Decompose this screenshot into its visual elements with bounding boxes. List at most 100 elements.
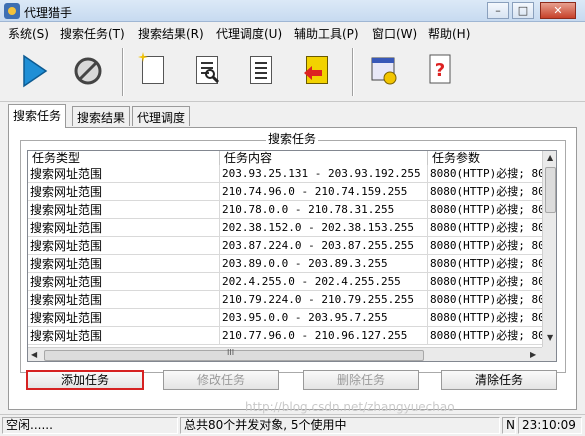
menu-bar: 系统(S) 搜索任务(T) 搜索结果(R) 代理调度(U) 辅助工具(P) 窗口… <box>0 22 585 42</box>
clear-tasks-button[interactable]: 清除任务 <box>441 370 557 390</box>
tab-search-tasks[interactable]: 搜索任务 <box>8 104 67 128</box>
stop-icon <box>74 57 102 85</box>
table-row[interactable]: 搜索网址范围 203.93.25.131 - 203.93.192.255 8080… <box>28 165 542 183</box>
cell-task-type: 搜索网址范围 <box>28 273 220 291</box>
scroll-up-icon[interactable]: ▲ <box>547 153 553 162</box>
cell-task-type: 搜索网址范围 <box>28 237 220 255</box>
menu-tools[interactable]: 辅助工具(P) <box>294 25 359 42</box>
cell-task-params: 8080(HTTP)必搜; 80 <box>430 239 542 252</box>
settings-button[interactable] <box>362 48 406 94</box>
cell-task-content: 210.78.0.0 - 210.78.31.255 <box>220 201 428 219</box>
cell-task-params: 8080(HTTP)必搜; 80 <box>430 257 542 270</box>
cell-task-content: 203.89.0.0 - 203.89.3.255 <box>220 255 428 273</box>
column-header-params[interactable]: 任务参数 <box>428 151 542 165</box>
cell-task-type: 搜索网址范围 <box>28 201 220 219</box>
stop-button[interactable] <box>66 48 110 94</box>
status-state: 空闲...... <box>2 417 178 434</box>
table-row[interactable]: 搜索网址范围 210.74.96.0 - 210.74.159.255 8080(H… <box>28 183 542 201</box>
table-header: 任务类型 任务内容 任务参数 <box>28 151 542 165</box>
table-row[interactable]: 搜索网址范围 210.77.96.0 - 210.96.127.255 8080(H… <box>28 327 542 345</box>
start-button[interactable] <box>12 48 56 94</box>
tab-search-results[interactable]: 搜索结果 <box>72 106 131 126</box>
maximize-button[interactable]: □ <box>512 2 534 19</box>
minimize-button[interactable]: – <box>487 2 509 19</box>
table-row[interactable]: 搜索网址范围 210.79.224.0 - 210.79.255.255 8080(… <box>28 291 542 309</box>
column-header-content[interactable]: 任务内容 <box>220 151 428 165</box>
toolbar: ? <box>0 42 585 102</box>
list-document-icon <box>250 56 272 84</box>
table-row[interactable]: 搜索网址范围 202.38.152.0 - 202.38.153.255 8080(… <box>28 219 542 237</box>
tab-proxy-dispatch[interactable]: 代理调度 <box>132 106 191 126</box>
cell-task-content: 203.95.0.0 - 203.95.7.255 <box>220 309 428 327</box>
horizontal-scroll-thumb[interactable]: III <box>44 348 424 361</box>
list-document-button[interactable] <box>240 48 284 94</box>
cell-task-params: 8080(HTTP)必搜; 80 <box>430 275 542 288</box>
scroll-down-icon[interactable]: ▼ <box>547 333 553 342</box>
menu-system[interactable]: 系统(S) <box>8 25 49 42</box>
cell-task-type: 搜索网址范围 <box>28 255 220 273</box>
horizontal-scrollbar[interactable]: ◀ III ▶ <box>28 347 542 361</box>
help-icon: ? <box>429 54 451 84</box>
arrow-icon <box>304 66 322 80</box>
vertical-scroll-thumb[interactable] <box>545 167 556 213</box>
delete-task-button[interactable]: 删除任务 <box>303 370 419 390</box>
table-row[interactable]: 搜索网址范围 203.87.224.0 - 203.87.255.255 8080(… <box>28 237 542 255</box>
menu-proxy-dispatch[interactable]: 代理调度(U) <box>216 25 282 42</box>
status-mode: N <box>502 417 516 434</box>
table-row[interactable]: 搜索网址范围 203.89.0.0 - 203.89.3.255 8080(HTTP… <box>28 255 542 273</box>
menu-search-results[interactable]: 搜索结果(R) <box>138 25 204 42</box>
menu-help[interactable]: 帮助(H) <box>428 25 470 42</box>
scroll-left-icon[interactable]: ◀ <box>31 350 37 359</box>
cell-task-content: 210.79.224.0 - 210.79.255.255 <box>220 291 428 309</box>
menu-search-tasks[interactable]: 搜索任务(T) <box>60 25 125 42</box>
scroll-grip: III <box>227 348 235 357</box>
close-button[interactable]: ✕ <box>540 2 576 19</box>
window-title: 代理猎手 <box>24 6 73 20</box>
help-button[interactable]: ? <box>418 48 462 94</box>
status-summary: 总共80个并发对象, 5个使用中 <box>180 417 500 434</box>
scroll-corner <box>542 347 556 361</box>
toolbar-separator <box>352 48 354 96</box>
new-task-button[interactable] <box>132 48 176 94</box>
table-row[interactable]: 搜索网址范围 202.4.255.0 - 202.4.255.255 8080(HT… <box>28 273 542 291</box>
cell-task-type: 搜索网址范围 <box>28 309 220 327</box>
scroll-right-icon[interactable]: ▶ <box>530 350 536 359</box>
magnifier-icon <box>205 69 220 84</box>
menu-window[interactable]: 窗口(W) <box>372 25 417 42</box>
column-header-type[interactable]: 任务类型 <box>28 151 220 165</box>
help-glyph: ? <box>435 60 445 81</box>
group-title: 搜索任务 <box>266 130 319 147</box>
table-row[interactable]: 搜索网址范围 203.95.0.0 - 203.95.7.255 8080(HTTP… <box>28 309 542 327</box>
cell-task-content: 210.74.96.0 - 210.74.159.255 <box>220 183 428 201</box>
search-document-button[interactable] <box>186 48 230 94</box>
status-bar: 空闲...... 总共80个并发对象, 5个使用中 N 23:10:09 <box>0 414 585 436</box>
cell-task-params: 8080(HTTP)必搜; 80 <box>430 203 542 216</box>
cell-task-type: 搜索网址范围 <box>28 219 220 237</box>
cell-task-content: 202.4.255.0 - 202.4.255.255 <box>220 273 428 291</box>
title-bar: 代理猎手 – □ ✕ <box>0 0 585 22</box>
app-icon <box>4 3 20 19</box>
cell-task-content: 203.93.25.131 - 203.93.192.255 <box>220 165 428 183</box>
edit-task-button[interactable]: 修改任务 <box>163 370 279 390</box>
cell-task-params: 8080(HTTP)必搜; 80 <box>430 185 542 198</box>
table-row[interactable]: 搜索网址范围 210.78.0.0 - 210.78.31.255 8080(HTT… <box>28 201 542 219</box>
watermark: http://blog.csdn.net/zhangyuechao <box>245 400 455 414</box>
cell-task-type: 搜索网址范围 <box>28 327 220 345</box>
cell-task-type: 搜索网址范围 <box>28 165 220 183</box>
vertical-scrollbar[interactable]: ▲ ▼ <box>542 151 556 347</box>
task-table[interactable]: 任务类型 任务内容 任务参数 搜索网址范围 203.93.25.131 - 203… <box>27 150 557 362</box>
play-icon <box>23 54 48 88</box>
status-time: 23:10:09 <box>518 417 582 434</box>
toolbar-separator <box>122 48 124 96</box>
cell-task-params: 8080(HTTP)必搜; 80 <box>430 167 542 180</box>
add-task-button[interactable]: 添加任务 <box>26 370 144 390</box>
cell-task-type: 搜索网址范围 <box>28 183 220 201</box>
cell-task-content: 202.38.152.0 - 202.38.153.255 <box>220 219 428 237</box>
cell-task-params: 8080(HTTP)必搜; 80 <box>430 329 542 342</box>
cell-task-content: 203.87.224.0 - 203.87.255.255 <box>220 237 428 255</box>
cell-task-params: 8080(HTTP)必搜; 80 <box>430 221 542 234</box>
export-button[interactable] <box>296 48 340 94</box>
star-icon <box>138 52 148 62</box>
cell-task-params: 8080(HTTP)必搜; 80 <box>430 311 542 324</box>
cell-task-params: 8080(HTTP)必搜; 80 <box>430 293 542 306</box>
